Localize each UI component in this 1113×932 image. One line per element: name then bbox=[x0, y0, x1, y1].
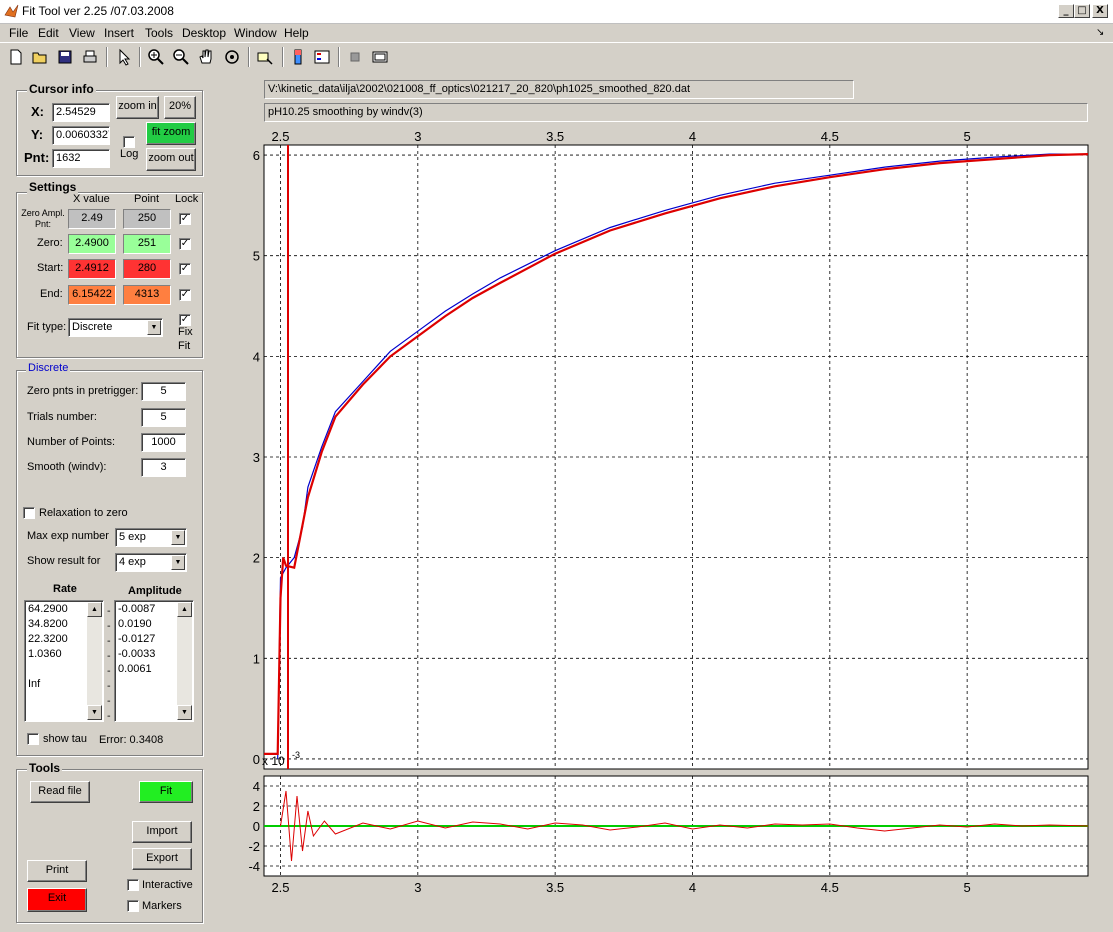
exponent-power: -3 bbox=[292, 750, 300, 760]
y-tick-label: 4 bbox=[253, 349, 260, 364]
y-tick-label: 2 bbox=[253, 551, 260, 566]
resid-x-tick-label: 3 bbox=[414, 880, 421, 895]
exponent-label: x 10 bbox=[262, 754, 285, 768]
y-tick-label: 5 bbox=[253, 249, 260, 264]
x-tick-label: 4.5 bbox=[821, 129, 839, 144]
main-plot-area[interactable] bbox=[263, 144, 1089, 770]
resid-y-tick-label: -4 bbox=[248, 859, 260, 874]
resid-y-tick-label: 4 bbox=[253, 779, 260, 794]
resid-y-tick-label: 0 bbox=[253, 819, 260, 834]
y-tick-label: 1 bbox=[253, 651, 260, 666]
x-tick-label: 4 bbox=[689, 129, 696, 144]
y-tick-label: 0 bbox=[253, 752, 260, 767]
resid-x-tick-label: 2.5 bbox=[271, 880, 289, 895]
resid-x-tick-label: 5 bbox=[964, 880, 971, 895]
y-tick-label: 6 bbox=[253, 148, 260, 163]
resid-y-tick-label: -2 bbox=[248, 839, 260, 854]
x-tick-label: 5 bbox=[964, 129, 971, 144]
resid-x-tick-label: 3.5 bbox=[546, 880, 564, 895]
x-tick-label: 2.5 bbox=[271, 129, 289, 144]
y-tick-label: 3 bbox=[253, 450, 260, 465]
resid-x-tick-label: 4.5 bbox=[821, 880, 839, 895]
x-tick-label: 3.5 bbox=[546, 129, 564, 144]
resid-y-tick-label: 2 bbox=[253, 799, 260, 814]
resid-x-tick-label: 4 bbox=[689, 880, 696, 895]
x-tick-label: 3 bbox=[414, 129, 421, 144]
main-plot[interactable]: 2.5 3 3.5 4 4.5 5 0 1 2 3 4 5 6 x 10 -3 2.5 3 3.5 4 4.5 5… bbox=[0, 0, 1113, 932]
